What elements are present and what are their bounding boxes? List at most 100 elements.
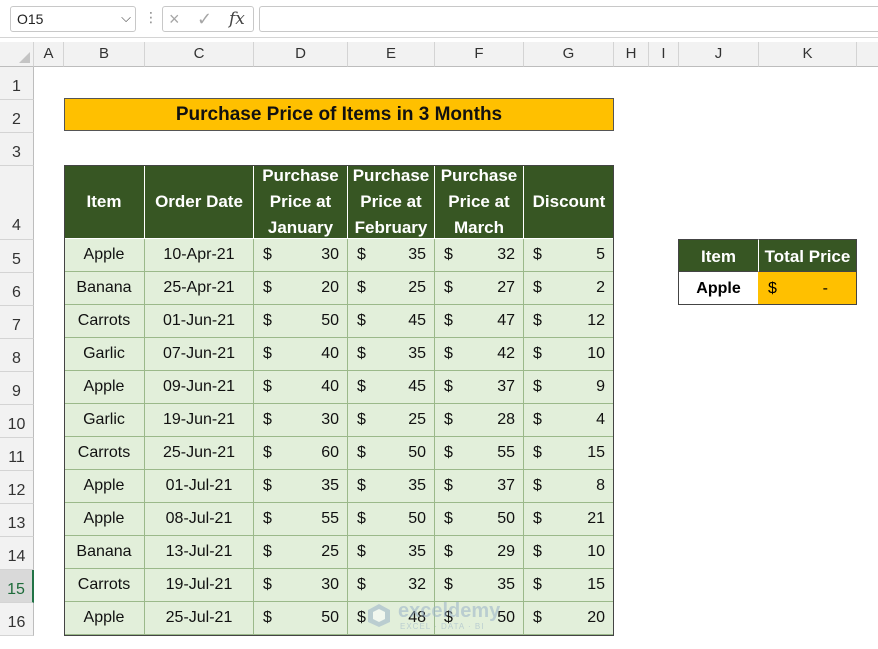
cell-march[interactable]: $27 — [435, 272, 524, 305]
insert-function-icon[interactable]: fx — [229, 9, 245, 29]
cell-february[interactable]: $50 — [348, 437, 435, 470]
cell-january[interactable]: $30 — [254, 404, 348, 437]
cell-order-date[interactable]: 07-Jun-21 — [145, 338, 254, 371]
column-header-c[interactable]: C — [145, 42, 254, 67]
cell-item[interactable]: Garlic — [64, 404, 145, 437]
cell-item[interactable]: Banana — [64, 272, 145, 305]
cell-discount[interactable]: $2 — [524, 272, 614, 305]
cell-discount[interactable]: $10 — [524, 338, 614, 371]
cell-item[interactable]: Apple — [64, 239, 145, 272]
enter-icon[interactable]: ✓ — [197, 9, 212, 30]
cell-order-date[interactable]: 25-Jun-21 — [145, 437, 254, 470]
cell-january[interactable]: $50 — [254, 602, 348, 635]
cell-february[interactable]: $35 — [348, 536, 435, 569]
cell-january[interactable]: $25 — [254, 536, 348, 569]
row-header-6[interactable]: 6 — [0, 273, 34, 306]
column-header-f[interactable]: F — [435, 42, 524, 67]
column-header-a[interactable]: A — [34, 42, 64, 67]
cell-february[interactable]: $45 — [348, 371, 435, 404]
row-header-2[interactable]: 2 — [0, 100, 34, 133]
row-header-11[interactable]: 11 — [0, 438, 34, 471]
header-order-date[interactable]: Order Date — [145, 165, 254, 239]
header-march[interactable]: Purchase Price at March — [435, 165, 524, 239]
column-header-e[interactable]: E — [348, 42, 435, 67]
cell-january[interactable]: $60 — [254, 437, 348, 470]
row-header-14[interactable]: 14 — [0, 537, 34, 570]
cell-item[interactable]: Apple — [64, 602, 145, 635]
cell-february[interactable]: $50 — [348, 503, 435, 536]
cell-order-date[interactable]: 01-Jun-21 — [145, 305, 254, 338]
row-header-10[interactable]: 10 — [0, 405, 34, 438]
cell-march[interactable]: $32 — [435, 239, 524, 272]
header-february[interactable]: Purchase Price at February — [348, 165, 435, 239]
cell-order-date[interactable]: 01-Jul-21 — [145, 470, 254, 503]
cell-order-date[interactable]: 13-Jul-21 — [145, 536, 254, 569]
column-header-l[interactable] — [857, 42, 878, 67]
cell-february[interactable]: $32 — [348, 569, 435, 602]
cell-discount[interactable]: $21 — [524, 503, 614, 536]
cell-january[interactable]: $20 — [254, 272, 348, 305]
row-header-7[interactable]: 7 — [0, 306, 34, 339]
cell-february[interactable]: $45 — [348, 305, 435, 338]
cell-march[interactable]: $55 — [435, 437, 524, 470]
row-header-1[interactable]: 1 — [0, 67, 34, 100]
cell-discount[interactable]: $4 — [524, 404, 614, 437]
cell-item[interactable]: Carrots — [64, 437, 145, 470]
cell-discount[interactable]: $15 — [524, 569, 614, 602]
column-header-i[interactable]: I — [649, 42, 679, 67]
cell-march[interactable]: $42 — [435, 338, 524, 371]
chevron-down-icon[interactable]: ⌵ — [121, 10, 131, 26]
name-box[interactable]: O15 ⌵ — [10, 6, 136, 32]
lookup-header-total-price[interactable]: Total Price — [758, 239, 857, 272]
cell-march[interactable]: $37 — [435, 371, 524, 404]
row-header-13[interactable]: 13 — [0, 504, 34, 537]
cell-order-date[interactable]: 25-Apr-21 — [145, 272, 254, 305]
cell-item[interactable]: Banana — [64, 536, 145, 569]
cell-item[interactable]: Apple — [64, 503, 145, 536]
cell-discount[interactable]: $15 — [524, 437, 614, 470]
cell-january[interactable]: $30 — [254, 239, 348, 272]
cell-march[interactable]: $29 — [435, 536, 524, 569]
row-header-3[interactable]: 3 — [0, 133, 34, 166]
sheet-title[interactable]: Purchase Price of Items in 3 Months — [64, 98, 614, 131]
cell-order-date[interactable]: 09-Jun-21 — [145, 371, 254, 404]
cell-february[interactable]: $25 — [348, 404, 435, 437]
column-header-b[interactable]: B — [64, 42, 145, 67]
row-header-8[interactable]: 8 — [0, 339, 34, 372]
cell-order-date[interactable]: 19-Jun-21 — [145, 404, 254, 437]
cell-january[interactable]: $35 — [254, 470, 348, 503]
cell-march[interactable]: $28 — [435, 404, 524, 437]
cell-january[interactable]: $40 — [254, 338, 348, 371]
column-header-k[interactable]: K — [759, 42, 857, 67]
row-header-15[interactable]: 15 — [0, 570, 34, 603]
cell-order-date[interactable]: 25-Jul-21 — [145, 602, 254, 635]
row-header-9[interactable]: 9 — [0, 372, 34, 405]
cell-discount[interactable]: $5 — [524, 239, 614, 272]
select-all-corner[interactable] — [0, 42, 34, 67]
cell-discount[interactable]: $12 — [524, 305, 614, 338]
header-item[interactable]: Item — [64, 165, 145, 239]
cell-march[interactable]: $35 — [435, 569, 524, 602]
lookup-total-price-value[interactable]: $ - — [758, 272, 857, 305]
lookup-item-value[interactable]: Apple — [678, 272, 759, 305]
cell-march[interactable]: $50 — [435, 503, 524, 536]
cell-item[interactable]: Carrots — [64, 569, 145, 602]
cell-item[interactable]: Apple — [64, 470, 145, 503]
cell-item[interactable]: Carrots — [64, 305, 145, 338]
cell-january[interactable]: $40 — [254, 371, 348, 404]
cell-order-date[interactable]: 19-Jul-21 — [145, 569, 254, 602]
cell-february[interactable]: $25 — [348, 272, 435, 305]
cell-item[interactable]: Apple — [64, 371, 145, 404]
cell-february[interactable]: $35 — [348, 470, 435, 503]
cell-march[interactable]: $47 — [435, 305, 524, 338]
cell-order-date[interactable]: 08-Jul-21 — [145, 503, 254, 536]
row-header-5[interactable]: 5 — [0, 240, 34, 273]
cell-discount[interactable]: $20 — [524, 602, 614, 635]
header-discount[interactable]: Discount — [524, 165, 614, 239]
row-header-16[interactable]: 16 — [0, 603, 34, 636]
row-header-4[interactable]: 4 — [0, 166, 34, 240]
cell-discount[interactable]: $9 — [524, 371, 614, 404]
header-january[interactable]: Purchase Price at January — [254, 165, 348, 239]
column-header-d[interactable]: D — [254, 42, 348, 67]
cell-february[interactable]: $35 — [348, 239, 435, 272]
